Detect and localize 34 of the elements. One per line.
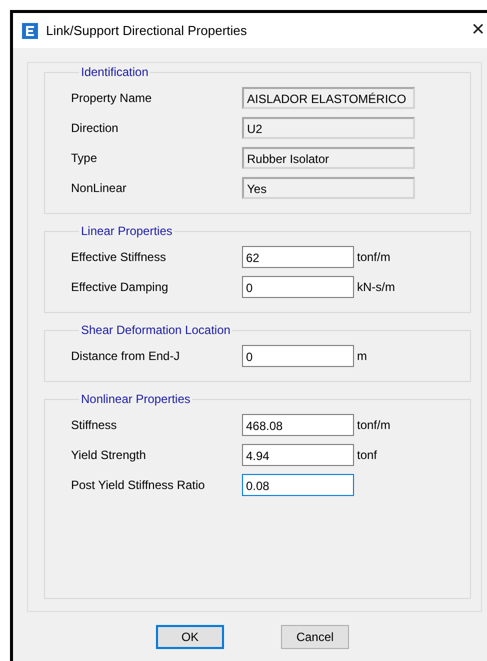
field-label: Property Name [71, 91, 153, 105]
input-field[interactable]: 0.08 [242, 474, 354, 496]
unit-label: tonf [357, 448, 378, 462]
unit-label: kN-s/m [357, 280, 395, 294]
window-title: Link/Support Directional Properties [46, 23, 247, 38]
field-label: Direction [71, 121, 120, 135]
unit-label: tonf/m [357, 418, 390, 432]
readonly-field[interactable]: Yes [242, 177, 415, 199]
field-label: Post Yield Stiffness Ratio [71, 478, 206, 492]
input-field[interactable]: 0 [242, 345, 354, 367]
input-field[interactable]: 4.94 [242, 444, 354, 466]
close-button[interactable]: ✕ [471, 19, 485, 40]
field-label: Yield Strength [71, 448, 147, 462]
input-field[interactable]: 468.08 [242, 414, 354, 436]
readonly-field[interactable]: U2 [242, 117, 415, 139]
field-label: Effective Damping [71, 280, 170, 294]
field-label: Effective Stiffness [71, 250, 167, 264]
input-field[interactable]: 0 [242, 276, 354, 298]
input-field[interactable]: 62 [242, 246, 354, 268]
group-title: Linear Properties [80, 224, 174, 238]
group-title: Shear Deformation Location [80, 323, 232, 337]
field-label: NonLinear [71, 181, 128, 195]
readonly-field[interactable]: AISLADOR ELASTOMÉRICO [242, 87, 415, 109]
unit-label: tonf/m [357, 250, 390, 264]
unit-label: m [357, 349, 367, 363]
readonly-field[interactable]: Rubber Isolator [242, 147, 415, 169]
field-label: Distance from End-J [71, 349, 181, 363]
app-icon [22, 22, 38, 38]
cancel-button[interactable]: Cancel [281, 625, 349, 649]
ok-button[interactable]: OK [156, 625, 224, 649]
group-title: Identification [80, 65, 150, 79]
field-label: Type [71, 151, 98, 165]
group-title: Nonlinear Properties [80, 392, 192, 406]
field-label: Stiffness [71, 418, 118, 432]
